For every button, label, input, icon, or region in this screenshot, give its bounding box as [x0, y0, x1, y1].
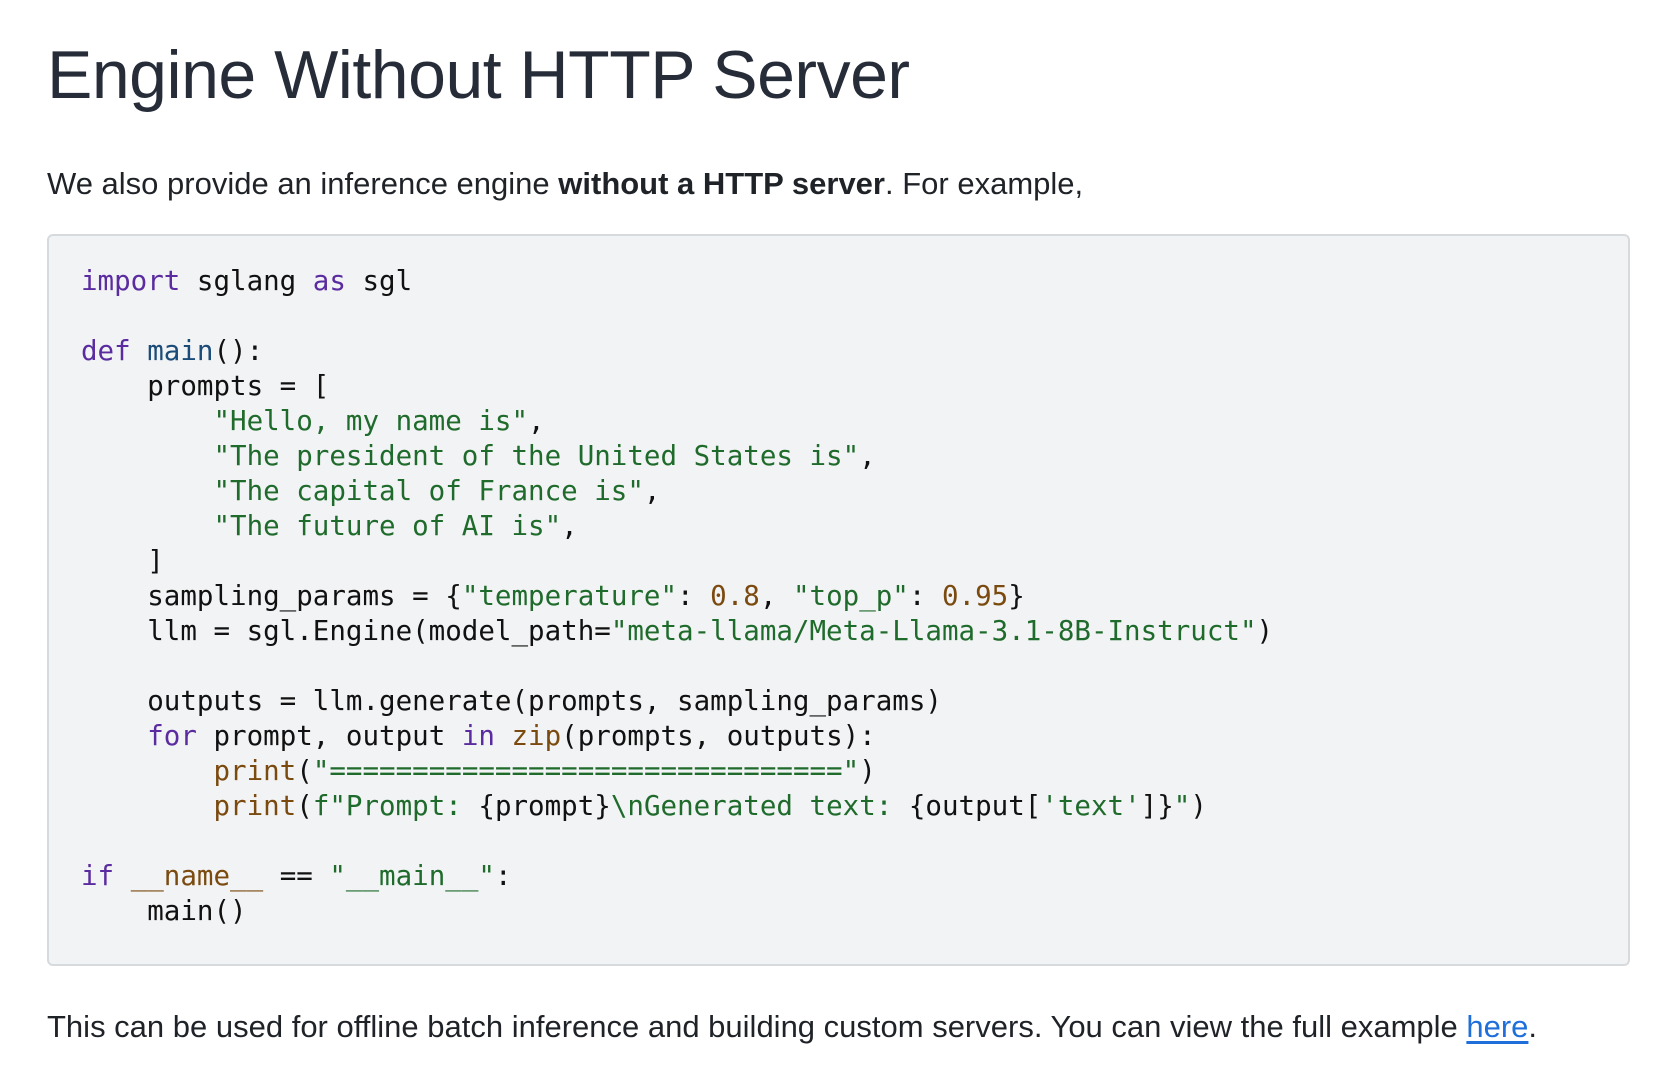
code-token: :: [908, 580, 942, 612]
code-token: ,: [528, 405, 545, 437]
code-line: def main():: [81, 334, 1596, 369]
code-token: {output[: [908, 790, 1042, 822]
intro-bold-text: without a HTTP server: [558, 166, 885, 201]
code-line: sampling_params = {"temperature": 0.8, "…: [81, 579, 1596, 614]
code-token: \nGenerated text:: [610, 790, 909, 822]
code-token: sgl: [345, 265, 413, 297]
code-line: "Hello, my name is",: [81, 404, 1596, 439]
code-token: ():: [213, 335, 264, 367]
code-token: ": [1173, 790, 1191, 822]
outro-paragraph: This can be used for offline batch infer…: [47, 1007, 1537, 1047]
code-token: prompt, output: [196, 720, 462, 752]
code-token: ,: [859, 440, 876, 472]
code-token: ): [1256, 615, 1274, 647]
code-line: for prompt, output in zip(prompts, outpu…: [81, 719, 1596, 754]
code-token: ,: [643, 475, 661, 507]
code-token: print: [213, 755, 297, 787]
code-line: outputs = llm.generate(prompts, sampling…: [81, 684, 1596, 719]
code-line: if __name__ == "__main__":: [81, 859, 1596, 894]
code-block[interactable]: import sglang as sgl def main(): prompts …: [47, 234, 1630, 966]
code-line: ]: [81, 544, 1596, 579]
intro-text: We also provide an inference engine: [47, 166, 559, 201]
code-token: 0.95: [942, 580, 1009, 612]
code-token: "Hello, my name is": [213, 405, 529, 437]
outro-text: This can be used for offline batch infer…: [47, 1009, 1467, 1044]
intro-paragraph: We also provide an inference engine with…: [47, 164, 1632, 204]
code-token: __name__: [130, 860, 264, 892]
code-token: ]}: [1140, 790, 1174, 822]
code-token: prompts = [: [81, 370, 330, 402]
code-token: "__main__": [329, 860, 495, 892]
code-token: "===============================": [312, 755, 860, 787]
code-line: print("==============================="): [81, 754, 1596, 789]
code-line: "The future of AI is",: [81, 509, 1596, 544]
code-token: }: [1008, 580, 1025, 612]
code-token: 'text': [1041, 790, 1141, 822]
code-token: "meta-llama/Meta-Llama-3.1-8B-Instruct": [610, 615, 1257, 647]
code-token: 0.8: [710, 580, 760, 612]
doc-section: Engine Without HTTP Server We also provi…: [47, 0, 1632, 1044]
code-token: if: [81, 860, 115, 892]
code-token: main(): [81, 895, 247, 927]
code-token: zip: [511, 720, 562, 752]
code-token: as: [312, 265, 346, 297]
full-example-link[interactable]: here: [1466, 1009, 1528, 1044]
code-token: "top_p": [792, 580, 909, 612]
code-token: f"Prompt:: [312, 790, 479, 822]
outro-suffix: .: [1528, 1009, 1538, 1044]
code-token: sampling_params = {: [81, 580, 462, 612]
code-token: sglang: [180, 265, 313, 297]
code-token: ): [859, 755, 876, 787]
code-token: "The future of AI is": [213, 510, 562, 542]
code-token: (: [296, 790, 313, 822]
code-token: in: [461, 720, 495, 752]
code-token: print: [213, 790, 297, 822]
code-token: import: [81, 265, 181, 297]
intro-suffix: . For example,: [885, 166, 1084, 201]
page-title: Engine Without HTTP Server: [47, 37, 910, 113]
code-token: (prompts, outputs):: [561, 720, 876, 752]
code-token: "The capital of France is": [213, 475, 644, 507]
code-token: ): [1190, 790, 1207, 822]
code-token: ==: [263, 860, 330, 892]
code-token: {prompt}: [478, 790, 611, 822]
code-token: outputs = llm.generate(prompts, sampling…: [81, 685, 942, 717]
code-line: print(f"Prompt: {prompt}\nGenerated text…: [81, 789, 1596, 824]
code-token: "The president of the United States is": [213, 440, 860, 472]
code-token: ,: [561, 510, 578, 542]
code-token: main: [147, 335, 214, 367]
code-line: "The president of the United States is",: [81, 439, 1596, 474]
code-line: main(): [81, 894, 1596, 929]
code-token: :: [677, 580, 711, 612]
code-token: ,: [759, 580, 793, 612]
code-line: prompts = [: [81, 369, 1596, 404]
code-line: llm = sgl.Engine(model_path="meta-llama/…: [81, 614, 1596, 649]
code-line: import sglang as sgl: [81, 264, 1596, 299]
code-token: (: [296, 755, 313, 787]
code-token: for: [147, 720, 197, 752]
code-token: "temperature": [461, 580, 678, 612]
code-token: def: [81, 335, 131, 367]
code-token: llm = sgl.Engine(model_path=: [81, 615, 611, 647]
code-content: import sglang as sgl def main(): prompts …: [81, 264, 1596, 929]
code-line: "The capital of France is",: [81, 474, 1596, 509]
code-token: ]: [81, 545, 164, 577]
code-token: :: [494, 860, 512, 892]
